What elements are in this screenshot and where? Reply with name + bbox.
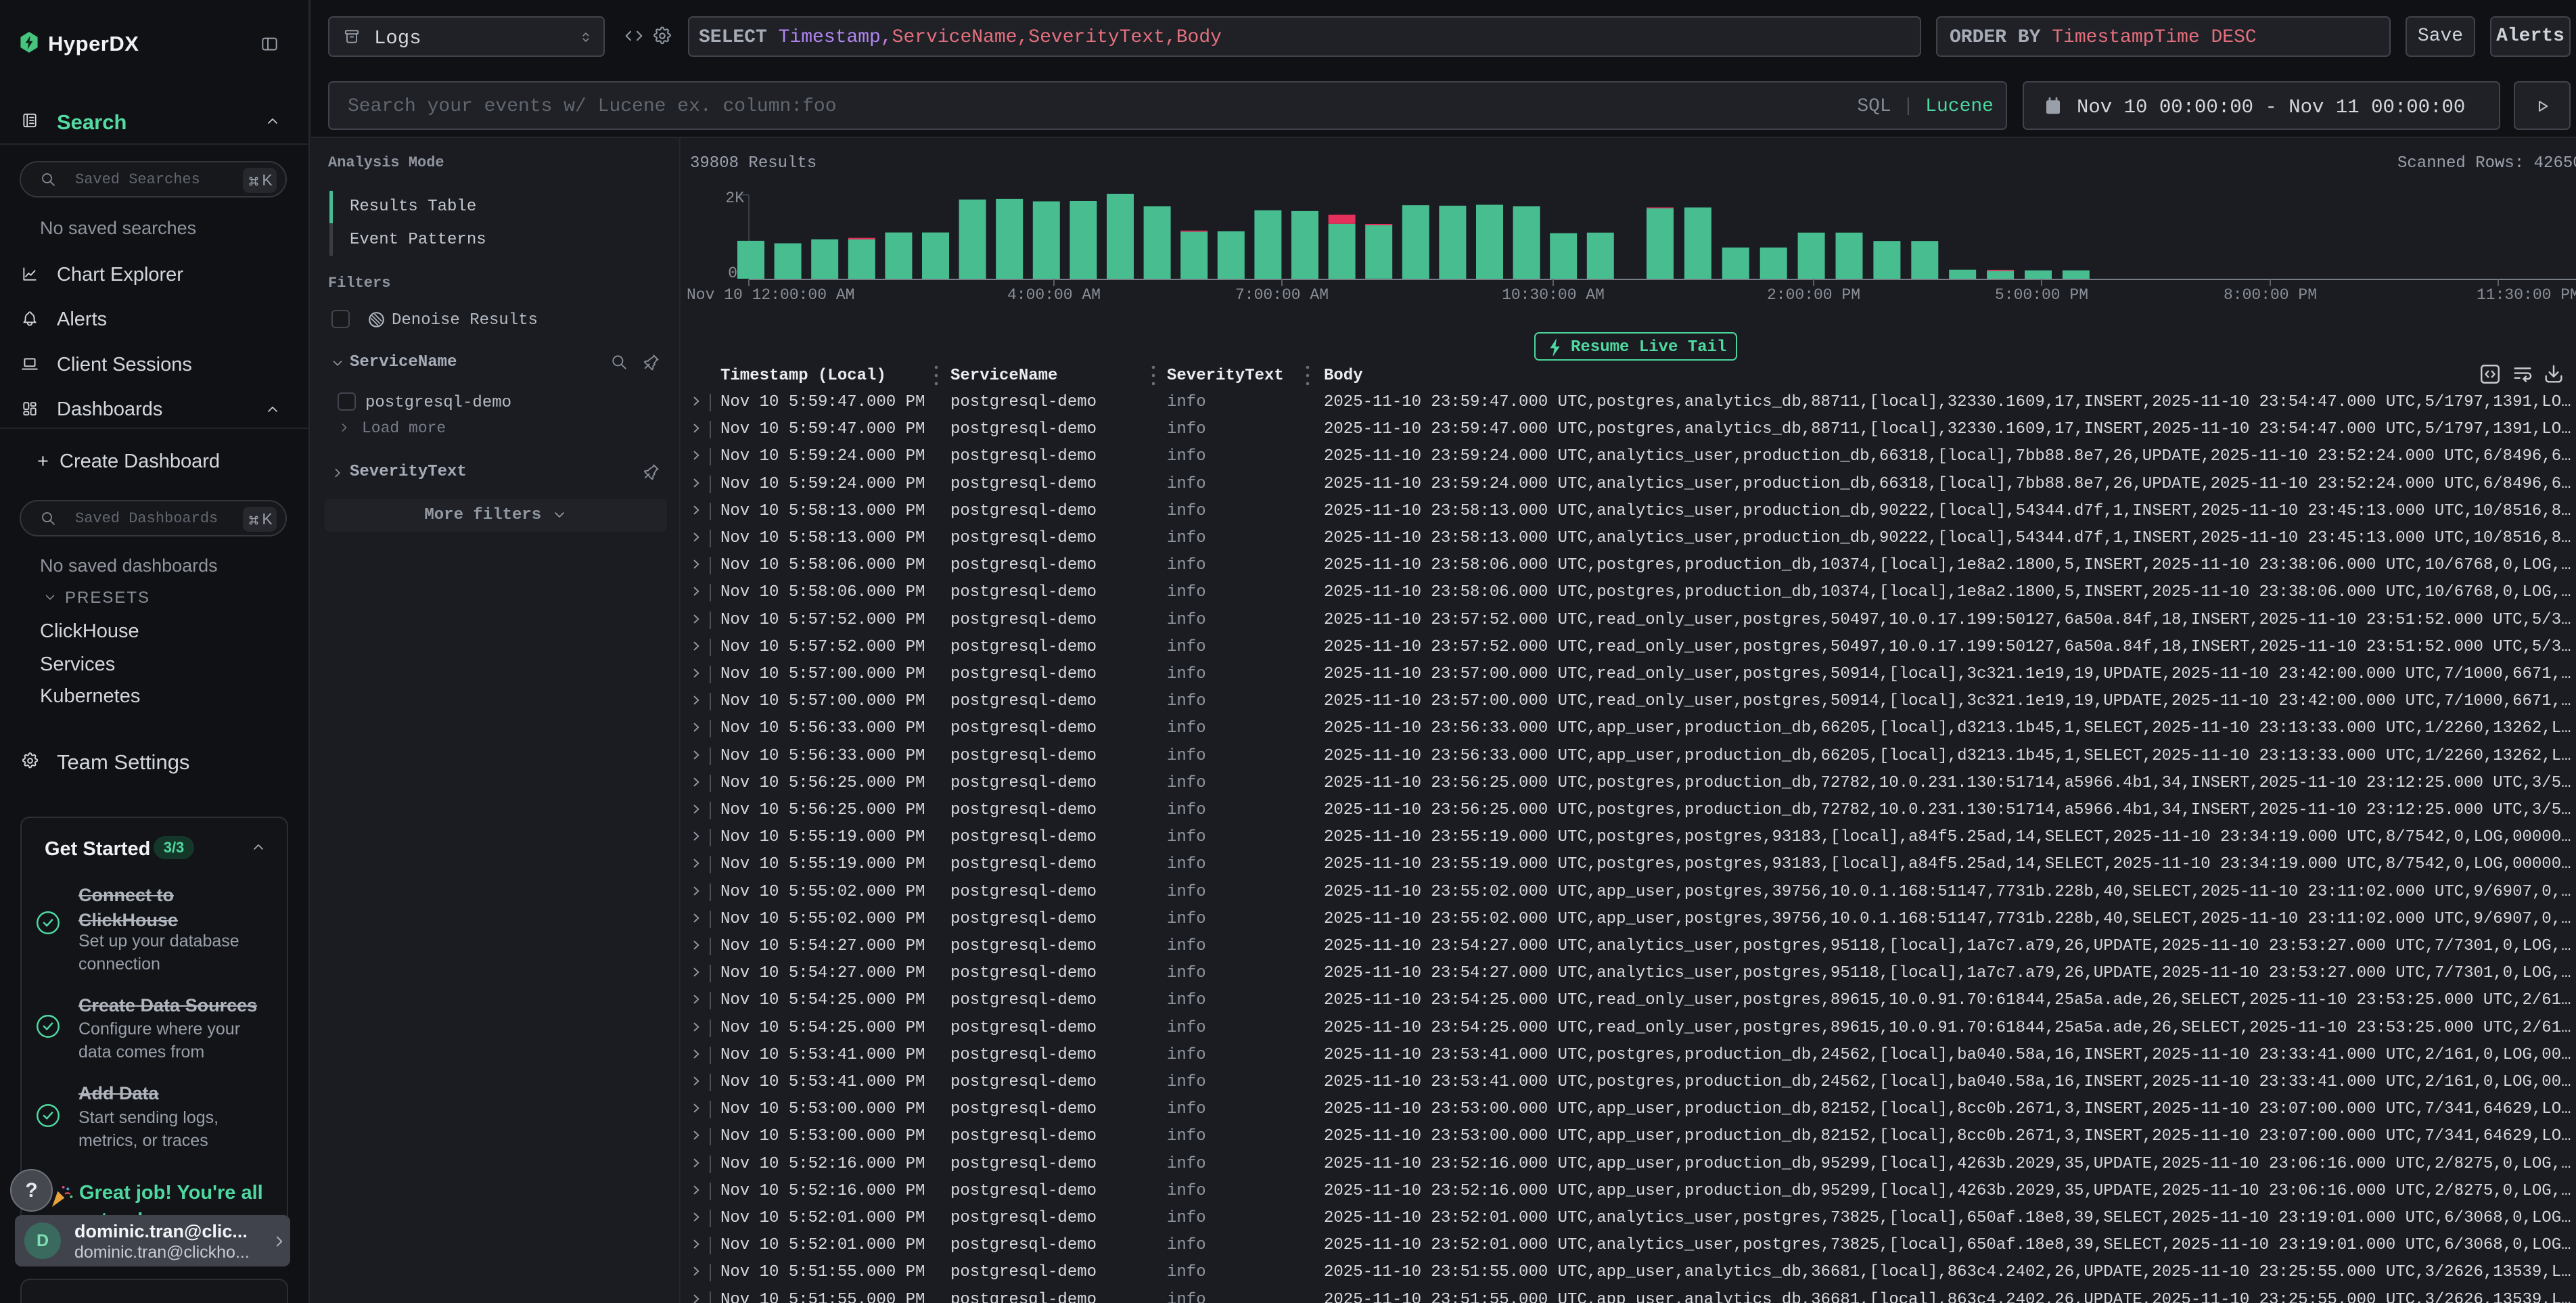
svg-text:8:00:00 PM: 8:00:00 PM (2224, 286, 2317, 304)
svg-text:10:30:00 AM: 10:30:00 AM (1502, 286, 1605, 304)
svg-text:2:00:00 PM: 2:00:00 PM (1767, 286, 1860, 304)
svg-text:5:00:00 PM: 5:00:00 PM (1995, 286, 2088, 304)
svg-text:11:30:00 PM: 11:30:00 PM (2477, 286, 2576, 304)
svg-text:4:00:00 AM: 4:00:00 AM (1007, 286, 1101, 304)
svg-text:2K: 2K (725, 189, 744, 207)
svg-text:7:00:00 AM: 7:00:00 AM (1235, 286, 1329, 304)
svg-text:0: 0 (728, 265, 737, 282)
svg-text:Nov 10 12:00:00 AM: Nov 10 12:00:00 AM (687, 286, 854, 304)
